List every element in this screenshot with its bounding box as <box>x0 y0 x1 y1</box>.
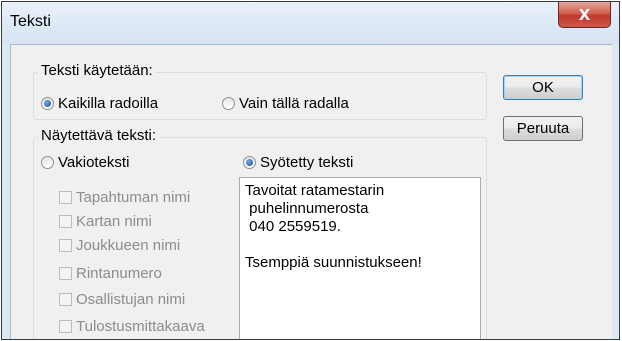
checkbox-map-name[interactable]: Kartan nimi <box>59 213 152 230</box>
checkbox-print-scale[interactable]: Tulostusmittakaava <box>59 318 205 335</box>
checkbox-label: Joukkueen nimi <box>76 237 181 254</box>
checkbox-bib-number[interactable]: Rintanumero <box>59 265 162 282</box>
ok-button-label: OK <box>532 79 554 96</box>
close-button[interactable]: X <box>558 2 611 28</box>
cancel-button[interactable]: Peruuta <box>503 116 583 141</box>
radio-selected-icon <box>41 97 54 110</box>
checkbox-icon <box>59 239 72 252</box>
checkbox-team-name[interactable]: Joukkueen nimi <box>59 237 180 254</box>
checkbox-label: Osallistujan nimi <box>76 291 186 308</box>
checkbox-label: Tulostusmittakaava <box>76 318 205 335</box>
radio-all-courses[interactable]: Kaikilla radoilla <box>41 95 158 112</box>
checkbox-icon <box>59 191 72 204</box>
checkbox-icon <box>59 215 72 228</box>
radio-standard-text-label: Vakioteksti <box>58 154 130 171</box>
checkbox-label: Kartan nimi <box>76 213 152 230</box>
cancel-button-label: Peruuta <box>516 120 570 137</box>
window-title: Teksti <box>10 13 51 30</box>
ok-button[interactable]: OK <box>503 75 583 100</box>
checkbox-participant-name[interactable]: Osallistujan nimi <box>59 291 185 308</box>
text-group-legend: Näytettävä teksti: <box>38 127 160 144</box>
checkbox-label: Rintanumero <box>76 265 162 282</box>
close-icon: X <box>578 5 591 24</box>
dialog-window: Teksti X Teksti käytetään: Kaikilla rado… <box>1 1 620 340</box>
custom-text-area[interactable]: Tavoitat ratamestarin puhelinnumerosta 0… <box>239 177 481 339</box>
checkbox-event-name[interactable]: Tapahtuman nimi <box>59 189 190 206</box>
radio-custom-text-label: Syötetty teksti <box>260 154 354 171</box>
radio-unselected-icon <box>41 156 54 169</box>
radio-unselected-icon <box>222 97 235 110</box>
checkbox-icon <box>59 293 72 306</box>
radio-this-course-label: Vain tällä radalla <box>239 95 349 112</box>
radio-standard-text[interactable]: Vakioteksti <box>41 154 129 171</box>
radio-all-courses-label: Kaikilla radoilla <box>58 95 159 112</box>
dialog-client-area: Teksti käytetään: Kaikilla radoilla Vain… <box>10 44 612 339</box>
checkbox-icon <box>59 267 72 280</box>
radio-custom-text[interactable]: Syötetty teksti <box>243 154 353 171</box>
checkbox-icon <box>59 320 72 333</box>
radio-selected-icon <box>243 156 256 169</box>
checkbox-label: Tapahtuman nimi <box>76 189 191 206</box>
title-bar[interactable]: Teksti X <box>2 2 619 44</box>
radio-this-course[interactable]: Vain tällä radalla <box>222 95 349 112</box>
scope-group-legend: Teksti käytetään: <box>38 62 156 79</box>
